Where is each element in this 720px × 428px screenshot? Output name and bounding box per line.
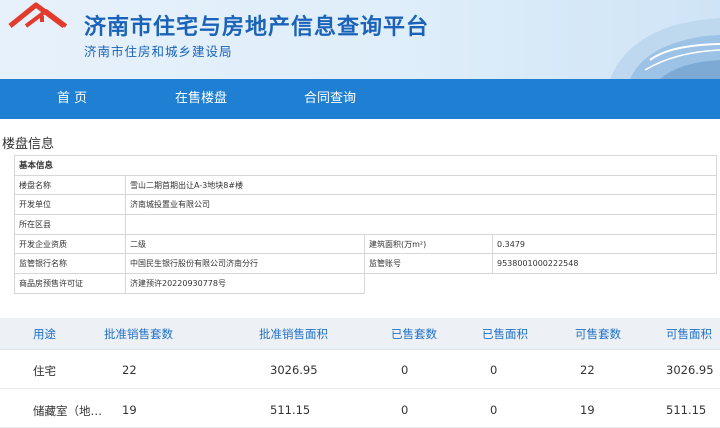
area-label: 建筑面积(万m²) (364, 233, 493, 255)
col-header-approved-units: 批准销售套数 (104, 327, 173, 341)
account-value: 9538001000222548 (491, 253, 718, 275)
nav-contract-query[interactable]: 合同查询 (304, 79, 356, 119)
col-header-sold-area: 已售面积 (482, 327, 528, 341)
district-value (124, 214, 718, 235)
row-sold-area: 0 (490, 403, 498, 417)
account-label: 监管账号 (364, 253, 493, 275)
bank-value: 中国民生银行股份有限公司济南分行 (125, 253, 365, 275)
district-label: 所在区县 (14, 214, 126, 235)
row-available-units: 22 (580, 363, 595, 377)
project-name-label: 楼盘名称 (14, 174, 126, 196)
row-usage: 住宅 (33, 364, 56, 378)
site-subtitle: 济南市住房和城乡建设局 (84, 44, 233, 59)
col-header-sold-units: 已售套数 (391, 327, 437, 341)
row-available-units: 19 (580, 403, 595, 417)
section-title: 楼盘信息 (2, 137, 55, 152)
qualification-label: 开发企业资质 (14, 233, 126, 255)
table-row: 住宅 22 3026.95 0 0 22 3026.95 (0, 351, 720, 389)
qualification-value: 二级 (125, 233, 365, 255)
col-header-usage: 用途 (33, 327, 56, 341)
developer-value: 济南城投置业有限公司 (124, 194, 718, 216)
col-header-available-units: 可售套数 (575, 327, 621, 341)
col-header-approved-area: 批准销售面积 (259, 327, 328, 341)
site-title: 济南市住宅与房地产信息查询平台 (84, 15, 430, 40)
main-nav: 首 页 在售楼盘 合同查询 (0, 79, 720, 119)
sales-table-header: 用途 批准销售套数 批准销售面积 已售套数 已售面积 可售套数 可售面积 (0, 318, 720, 350)
permit-value: 济建预许20220930778号 (125, 273, 365, 294)
row-approved-area: 511.15 (270, 403, 311, 417)
col-header-available-area: 可售面积 (666, 327, 712, 341)
row-usage: 储藏室（地… (33, 404, 102, 418)
row-sold-area: 0 (490, 363, 498, 377)
row-available-area: 511.15 (666, 403, 707, 417)
empty-cell (365, 274, 493, 294)
site-header: 济南市住宅与房地产信息查询平台 济南市住房和城乡建设局 (0, 0, 720, 79)
area-value: 0.3479 (491, 233, 718, 255)
row-sold-units: 0 (401, 403, 409, 417)
stadium-illustration (610, 18, 720, 79)
bank-label: 监管银行名称 (14, 253, 126, 275)
row-available-area: 3026.95 (666, 363, 714, 377)
sales-table: 用途 批准销售套数 批准销售面积 已售套数 已售面积 可售套数 可售面积 住宅 … (0, 318, 720, 428)
nav-home[interactable]: 首 页 (57, 79, 87, 119)
basic-info-heading: 基本信息 (13, 155, 718, 176)
row-approved-units: 19 (122, 403, 137, 417)
empty-cell (493, 274, 717, 294)
row-approved-units: 22 (122, 363, 137, 377)
nav-listings[interactable]: 在售楼盘 (175, 79, 227, 119)
table-row: 储藏室（地… 19 511.15 0 0 19 511.15 (0, 390, 720, 428)
house-roof-logo (8, 2, 68, 28)
row-approved-area: 3026.95 (270, 363, 318, 377)
permit-label: 商品房预售许可证 (14, 273, 126, 294)
developer-label: 开发单位 (14, 194, 126, 216)
project-name-value: 雪山二期首期出让A-3地块8#楼 (124, 174, 718, 196)
row-sold-units: 0 (401, 363, 409, 377)
basic-info-table: 基本信息 楼盘名称 雪山二期首期出让A-3地块8#楼 开发单位 济南城投置业有限… (13, 155, 718, 294)
